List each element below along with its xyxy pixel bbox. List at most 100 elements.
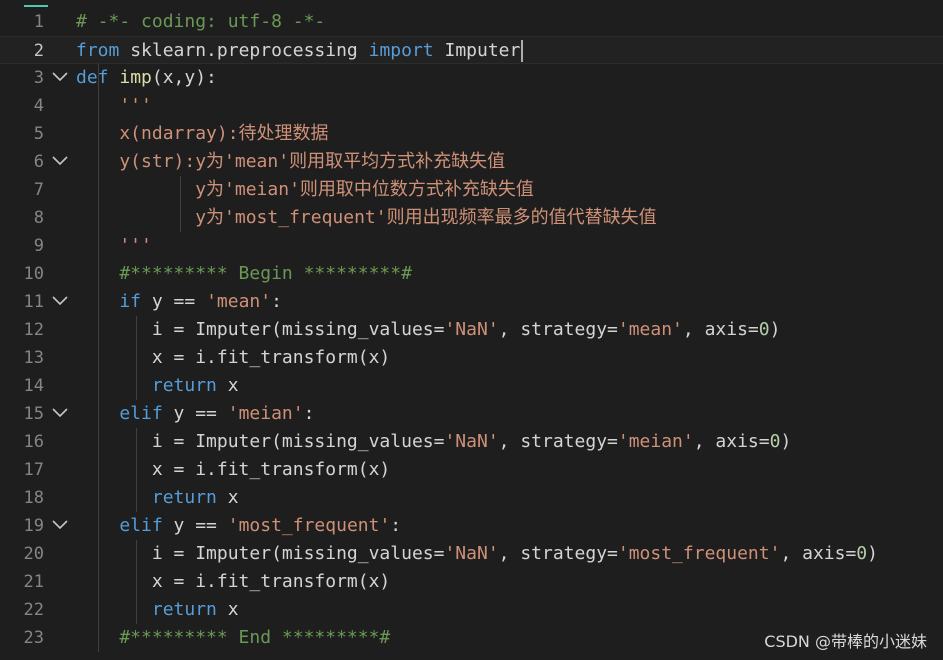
code-text[interactable]: from sklearn.preprocessing import Impute… [76, 37, 524, 65]
code-line[interactable]: 11 if y == 'mean': [0, 288, 943, 316]
code-token: y == [141, 291, 207, 312]
code-text[interactable]: #********* Begin *********# [76, 260, 412, 288]
code-token: y == [162, 515, 228, 536]
code-line[interactable]: 22 return x [0, 596, 943, 624]
code-line[interactable]: 16 i = Imputer(missing_values='NaN', str… [0, 428, 943, 456]
fold-chevron-down-icon[interactable] [52, 408, 68, 418]
code-line[interactable]: 17 x = i.fit_transform(x) [0, 456, 943, 484]
code-text[interactable]: x = i.fit_transform(x) [76, 456, 390, 484]
code-line[interactable]: 21 x = i.fit_transform(x) [0, 568, 943, 596]
code-token: sklearn.preprocessing [119, 40, 369, 61]
line-number: 3 [33, 68, 44, 88]
code-token: , strategy= [498, 543, 618, 564]
code-token: return [76, 375, 217, 396]
code-text[interactable]: #********* End *********# [76, 624, 390, 652]
line-number: 10 [23, 264, 44, 284]
line-number: 22 [23, 600, 44, 620]
fold-chevron-down-icon[interactable] [52, 520, 68, 530]
code-token: i = Imputer(missing_values= [76, 319, 445, 340]
code-line[interactable]: 14 return x [0, 372, 943, 400]
code-text[interactable]: ''' [76, 232, 152, 260]
code-text[interactable]: ''' [76, 92, 152, 120]
code-line[interactable]: 1 # -*- coding: utf-8 -*- [0, 8, 943, 36]
line-number: 14 [23, 376, 44, 396]
code-text[interactable]: return x [76, 372, 239, 400]
line-number: 19 [23, 516, 44, 536]
code-text[interactable]: i = Imputer(missing_values='NaN', strate… [76, 316, 781, 344]
line-number: 4 [33, 96, 44, 116]
code-token: , axis= [682, 319, 759, 340]
code-line[interactable]: 13 x = i.fit_transform(x) [0, 344, 943, 372]
code-line[interactable]: 5 x(ndarray):待处理数据 [0, 120, 943, 148]
code-token: 0 [856, 543, 868, 564]
code-token: 0 [758, 319, 770, 340]
code-line[interactable]: 10 #********* Begin *********# [0, 260, 943, 288]
code-token: 'mean' [617, 319, 683, 340]
code-token: (x,y): [151, 67, 217, 88]
code-token: ) [769, 319, 781, 340]
code-text[interactable]: y为'meian'则用取中位数方式补充缺失值 [76, 176, 534, 204]
line-number: 13 [23, 348, 44, 368]
code-line[interactable]: 7 y为'meian'则用取中位数方式补充缺失值 [0, 176, 943, 204]
code-token: 'meian' [227, 403, 304, 424]
code-line[interactable]: 12 i = Imputer(missing_values='NaN', str… [0, 316, 943, 344]
fold-chevron-down-icon[interactable] [52, 296, 68, 306]
code-token: #********* Begin *********# [76, 263, 412, 284]
code-token: i = Imputer(missing_values= [76, 543, 445, 564]
code-token: return [76, 599, 217, 620]
code-line[interactable]: 20 i = Imputer(missing_values='NaN', str… [0, 540, 943, 568]
code-line[interactable]: 2 from sklearn.preprocessing import Imput… [0, 36, 943, 64]
line-number: 1 [33, 12, 44, 32]
code-line[interactable]: 9 ''' [0, 232, 943, 260]
code-line[interactable]: 18 return x [0, 484, 943, 512]
code-text[interactable]: elif y == 'most_frequent': [76, 512, 401, 540]
code-text[interactable]: # -*- coding: utf-8 -*- [76, 8, 325, 36]
code-text[interactable]: y(str):y为'mean'则用取平均方式补充缺失值 [76, 148, 505, 176]
line-number: 15 [23, 404, 44, 424]
line-number: 17 [23, 460, 44, 480]
fold-chevron-down-icon[interactable] [52, 156, 68, 166]
code-token: 'NaN' [444, 431, 499, 452]
code-text[interactable]: x(ndarray):待处理数据 [76, 120, 329, 148]
code-text[interactable]: if y == 'mean': [76, 288, 282, 316]
code-text[interactable]: x = i.fit_transform(x) [76, 568, 390, 596]
code-text[interactable]: return x [76, 484, 239, 512]
code-token: , axis= [780, 543, 857, 564]
code-token: 'meian' [617, 431, 694, 452]
code-token: if [76, 291, 142, 312]
code-editor[interactable]: 1 # -*- coding: utf-8 -*- 2 from sklearn.pr… [0, 0, 943, 660]
code-token: y为'most_frequent'则用出现频率最多的值代替缺失值 [76, 207, 657, 228]
watermark: CSDN @带棒的小迷妹 [764, 632, 927, 651]
code-line[interactable]: 4 ''' [0, 92, 943, 120]
active-tab-indicator [24, 5, 48, 7]
code-line[interactable]: 15 elif y == 'meian': [0, 400, 943, 428]
code-token: y(str):y为'mean'则用取平均方式补充缺失值 [76, 151, 506, 172]
code-text[interactable]: elif y == 'meian': [76, 400, 314, 428]
code-text[interactable]: i = Imputer(missing_values='NaN', strate… [76, 540, 878, 568]
code-token: , strategy= [498, 319, 618, 340]
line-number: 8 [33, 208, 44, 228]
code-line[interactable]: 8 y为'most_frequent'则用出现频率最多的值代替缺失值 [0, 204, 943, 232]
code-text[interactable]: def imp(x,y): [76, 64, 217, 92]
code-token: x [216, 487, 239, 508]
code-text[interactable]: y为'most_frequent'则用出现频率最多的值代替缺失值 [76, 204, 657, 232]
code-token: x [216, 375, 239, 396]
line-number: 5 [33, 124, 44, 144]
fold-chevron-down-icon[interactable] [52, 72, 68, 82]
code-token: import [368, 40, 434, 61]
code-text[interactable]: i = Imputer(missing_values='NaN', strate… [76, 428, 791, 456]
code-token: Imputer [433, 40, 521, 61]
line-number: 21 [23, 572, 44, 592]
line-number: 12 [23, 320, 44, 340]
code-text[interactable]: x = i.fit_transform(x) [76, 344, 390, 372]
code-line[interactable]: 3 def imp(x,y): [0, 64, 943, 92]
code-token: 'mean' [206, 291, 272, 312]
code-line[interactable]: 6 y(str):y为'mean'则用取平均方式补充缺失值 [0, 148, 943, 176]
code-token: x = i.fit_transform(x) [76, 459, 391, 480]
code-token: 0 [769, 431, 781, 452]
code-line[interactable]: 19 elif y == 'most_frequent': [0, 512, 943, 540]
code-token: x(ndarray):待处理数据 [76, 123, 329, 144]
code-token: 'NaN' [444, 319, 499, 340]
line-number: 2 [33, 41, 44, 61]
code-text[interactable]: return x [76, 596, 239, 624]
